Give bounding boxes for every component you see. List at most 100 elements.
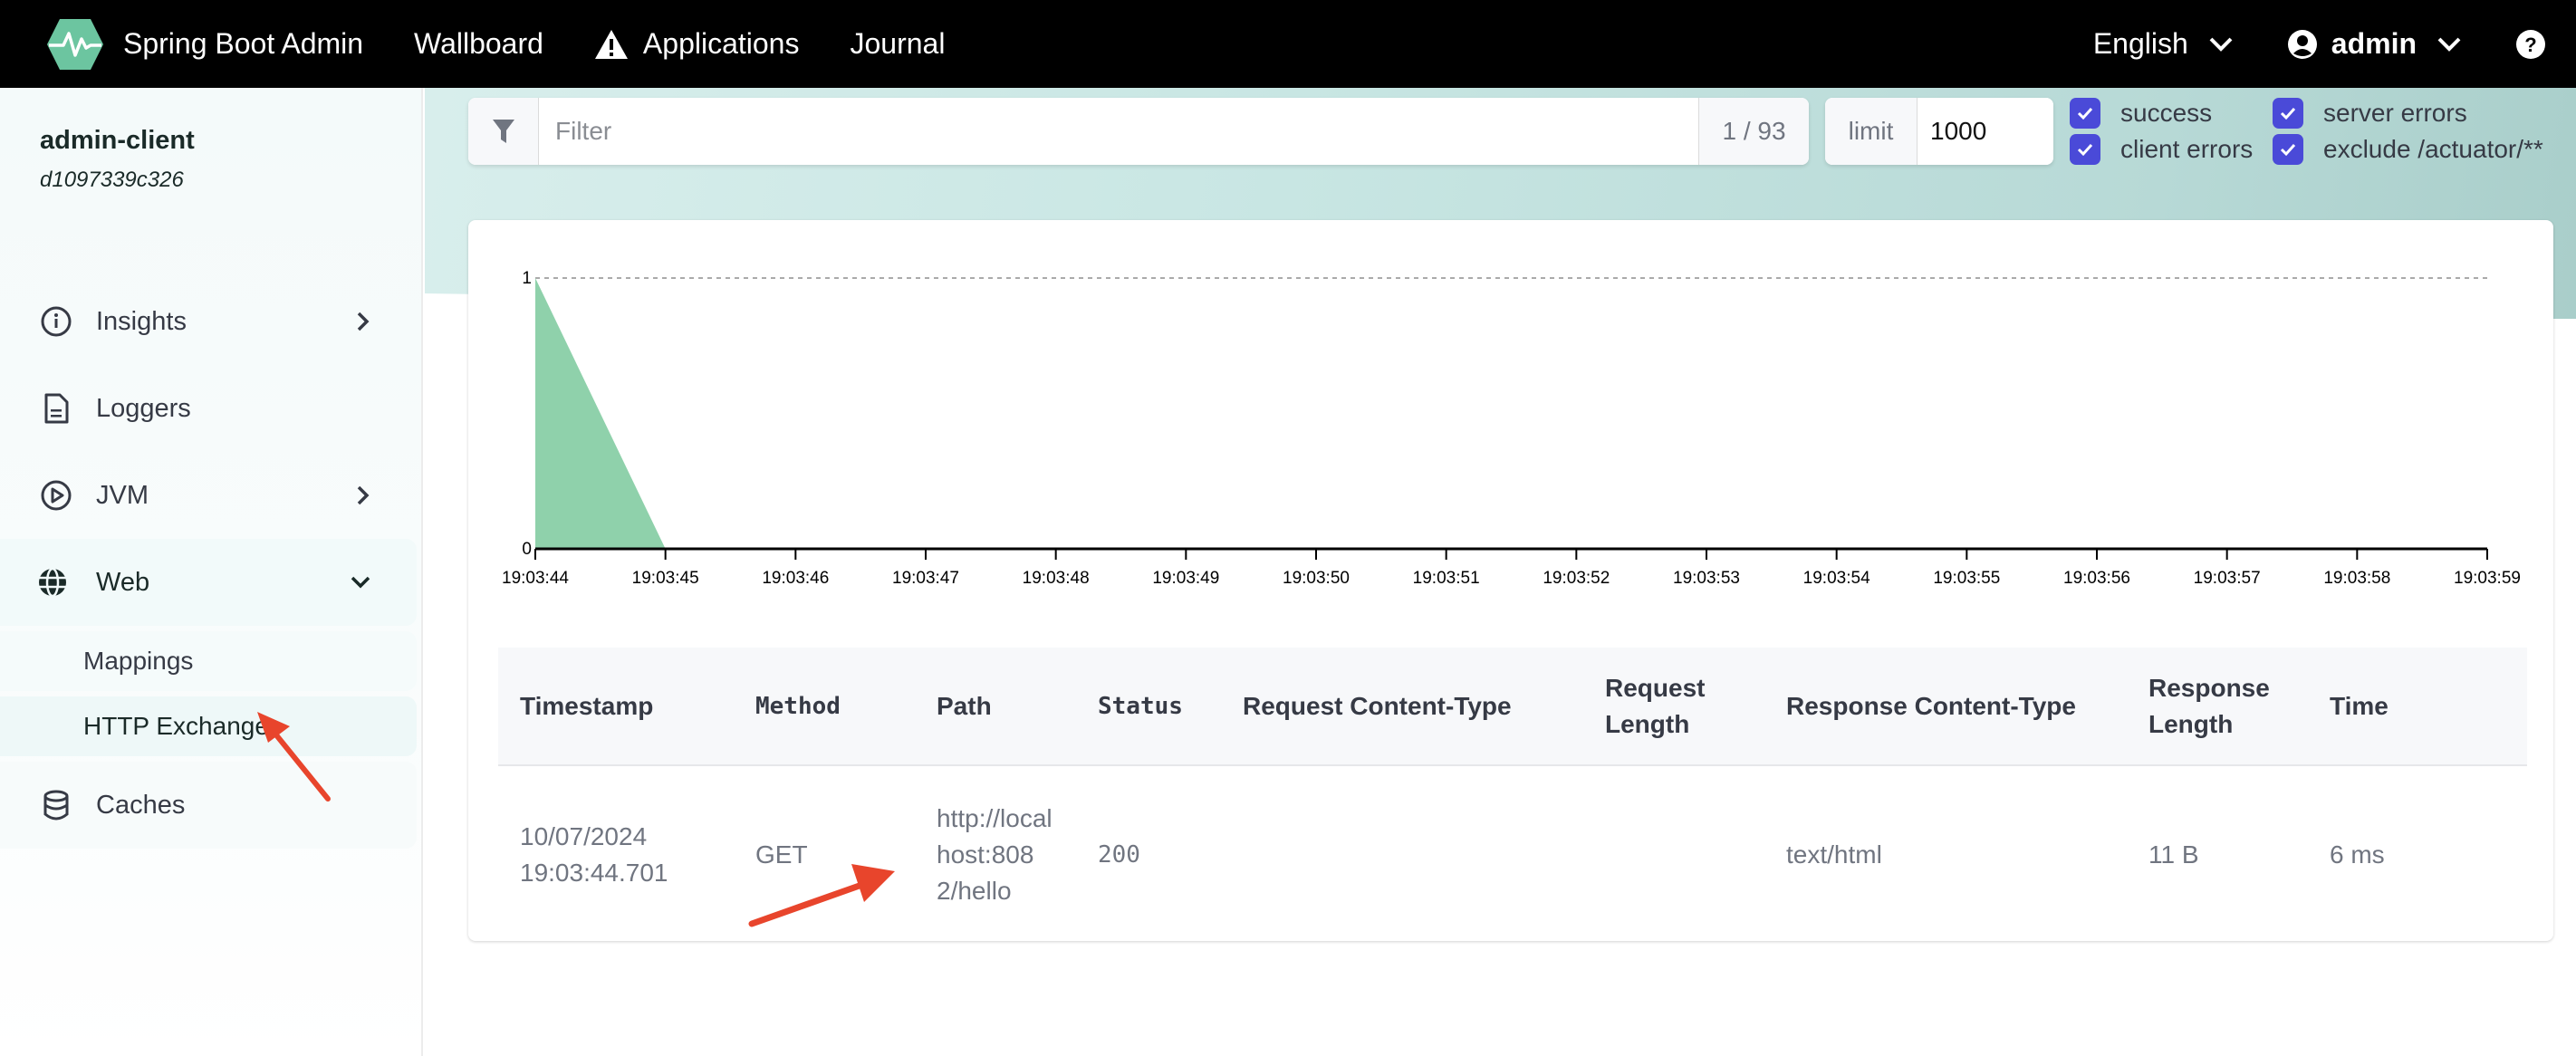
- checkbox-checked-icon[interactable]: [2273, 134, 2303, 165]
- brand-title: Spring Boot Admin: [123, 27, 364, 60]
- cell-method: GET: [755, 840, 808, 869]
- x-tick-label: 19:03:50: [1283, 569, 1350, 588]
- timestamp-time: 19:03:44.701: [520, 858, 668, 887]
- limit-label: limit: [1825, 98, 1918, 165]
- sidebar-item-caches[interactable]: Caches: [0, 762, 417, 849]
- checkbox-label: client errors: [2120, 135, 2254, 163]
- info-circle-icon: [41, 306, 72, 337]
- chevron-right-icon: [357, 485, 370, 505]
- nav-wallboard-label: Wallboard: [414, 27, 543, 60]
- x-tick-label: 19:03:52: [1543, 569, 1610, 588]
- checkbox-server-errors[interactable]: server errors: [2273, 98, 2544, 129]
- sidebar-item-label: Caches: [96, 790, 186, 820]
- nav-applications[interactable]: Applications: [594, 27, 800, 61]
- x-tick-label: 19:03:46: [762, 569, 829, 588]
- database-icon: [43, 790, 69, 821]
- cell-status: 200: [1098, 840, 1140, 869]
- checkbox-label: exclude /actuator/**: [2323, 135, 2543, 163]
- cell-timestamp: 10/07/2024 19:03:44.701: [498, 765, 734, 943]
- cell-response-content-type: text/html: [1786, 840, 1882, 869]
- play-circle-icon: [41, 480, 72, 511]
- col-method[interactable]: Method: [734, 648, 915, 766]
- x-tick-label: 19:03:56: [2063, 569, 2130, 588]
- nav-applications-label: Applications: [642, 27, 800, 60]
- cell-request-length: [1583, 765, 1764, 943]
- x-tick-label: 19:03:55: [1933, 569, 2000, 588]
- svg-text:?: ?: [2524, 34, 2536, 56]
- chevron-right-icon: [357, 312, 370, 331]
- nav-journal[interactable]: Journal: [850, 27, 945, 61]
- sidebar-item-label: Web: [96, 567, 150, 597]
- sidebar-subitem-label: HTTP Exchanges: [83, 712, 282, 740]
- table-row[interactable]: 10/07/2024 19:03:44.701 GET http://local…: [498, 765, 2527, 943]
- brand[interactable]: Spring Boot Admin: [45, 17, 363, 72]
- spring-boot-admin-logo-icon: [47, 18, 103, 70]
- checkbox-label: server errors: [2323, 99, 2467, 127]
- limit-group: limit: [1825, 98, 2053, 165]
- path-text: http://localhost:8082/hello: [937, 803, 1053, 905]
- user-dropdown[interactable]: admin: [2287, 27, 2462, 61]
- col-response-length[interactable]: Response Length: [2127, 648, 2308, 766]
- cell-response-length: 11 B: [2148, 840, 2199, 869]
- col-path[interactable]: Path: [915, 648, 1076, 766]
- limit-input[interactable]: [1918, 98, 2053, 165]
- x-tick-label: 19:03:44: [502, 569, 569, 588]
- filter-checkboxes: success server errors client errors excl…: [2070, 98, 2544, 165]
- language-dropdown[interactable]: English: [2093, 27, 2234, 61]
- checkbox-client-errors[interactable]: client errors: [2070, 134, 2273, 165]
- warning-triangle-icon: [594, 29, 628, 59]
- filter-funnel-icon: [492, 120, 514, 143]
- sidebar-item-loggers[interactable]: Loggers: [0, 365, 417, 452]
- x-tick-label: 19:03:45: [632, 569, 699, 588]
- table-header-row: Timestamp Method Path Status Request Con…: [498, 648, 2527, 766]
- question-circle-icon[interactable]: ?: [2516, 29, 2545, 59]
- checkbox-checked-icon[interactable]: [2070, 134, 2100, 165]
- sidebar-subitem-label: Mappings: [83, 647, 194, 675]
- sidebar-subitem-mappings[interactable]: Mappings: [0, 631, 417, 691]
- nav-wallboard[interactable]: Wallboard: [414, 27, 543, 61]
- instance-id: d1097339c326: [40, 168, 184, 192]
- checkbox-exclude-actuator[interactable]: exclude /actuator/**: [2273, 134, 2544, 165]
- sidebar-item-label: Insights: [96, 306, 187, 336]
- sidebar-item-label: Loggers: [96, 393, 191, 423]
- x-tick-label: 19:03:47: [892, 569, 959, 588]
- x-tick-label: 19:03:48: [1023, 569, 1090, 588]
- x-tick-label: 19:03:58: [2323, 569, 2390, 588]
- globe-icon: [39, 567, 66, 598]
- checkbox-checked-icon[interactable]: [2070, 98, 2100, 129]
- cell-path: http://localhost:8082/hello: [915, 765, 1076, 943]
- timestamp-date: 10/07/2024: [520, 821, 648, 850]
- checkbox-label: success: [2120, 99, 2213, 127]
- chevron-down-icon: [351, 576, 370, 589]
- x-tick-label: 19:03:57: [2194, 569, 2261, 588]
- x-tick-label: 19:03:49: [1152, 569, 1219, 588]
- checkbox-success[interactable]: success: [2070, 98, 2273, 129]
- chevron-down-icon: [2437, 37, 2461, 52]
- col-timestamp[interactable]: Timestamp: [498, 648, 734, 766]
- cell-request-content-type: [1221, 765, 1583, 943]
- x-tick-label: 19:03:53: [1673, 569, 1740, 588]
- sidebar-subitem-http-exchanges[interactable]: HTTP Exchanges: [0, 696, 417, 756]
- col-request-length[interactable]: Request Length: [1583, 648, 1764, 766]
- x-tick-label: 19:03:59: [2454, 569, 2521, 588]
- user-name: admin: [2331, 27, 2417, 60]
- user-circle-icon: [2287, 29, 2317, 59]
- area-series-requests: [535, 278, 2487, 549]
- filter-input[interactable]: [539, 98, 1698, 165]
- exchanges-table: Timestamp Method Path Status Request Con…: [498, 648, 2527, 943]
- checkbox-checked-icon[interactable]: [2273, 98, 2303, 129]
- sidebar: admin-client d1097339c326 Insights Logge…: [0, 88, 423, 1056]
- col-status[interactable]: Status: [1076, 648, 1221, 766]
- col-response-content-type[interactable]: Response Content-Type: [1764, 648, 2127, 766]
- col-request-content-type[interactable]: Request Content-Type: [1221, 648, 1583, 766]
- sidebar-item-jvm[interactable]: JVM: [0, 452, 417, 539]
- app-name: admin-client: [40, 126, 195, 155]
- sidebar-item-web[interactable]: Web: [0, 539, 417, 626]
- filter-addon: [468, 98, 539, 165]
- x-tick-label: 19:03:51: [1413, 569, 1480, 588]
- exchanges-toolbar: 1 / 93 limit success server errors clien…: [468, 98, 2544, 165]
- col-time[interactable]: Time: [2308, 648, 2527, 766]
- result-count: 1 / 93: [1698, 98, 1809, 165]
- sidebar-item-insights[interactable]: Insights: [0, 278, 417, 365]
- exchanges-card: 19:03:44 19:03:45 19:03:46 19:03:47 19:03:48…: [468, 220, 2553, 941]
